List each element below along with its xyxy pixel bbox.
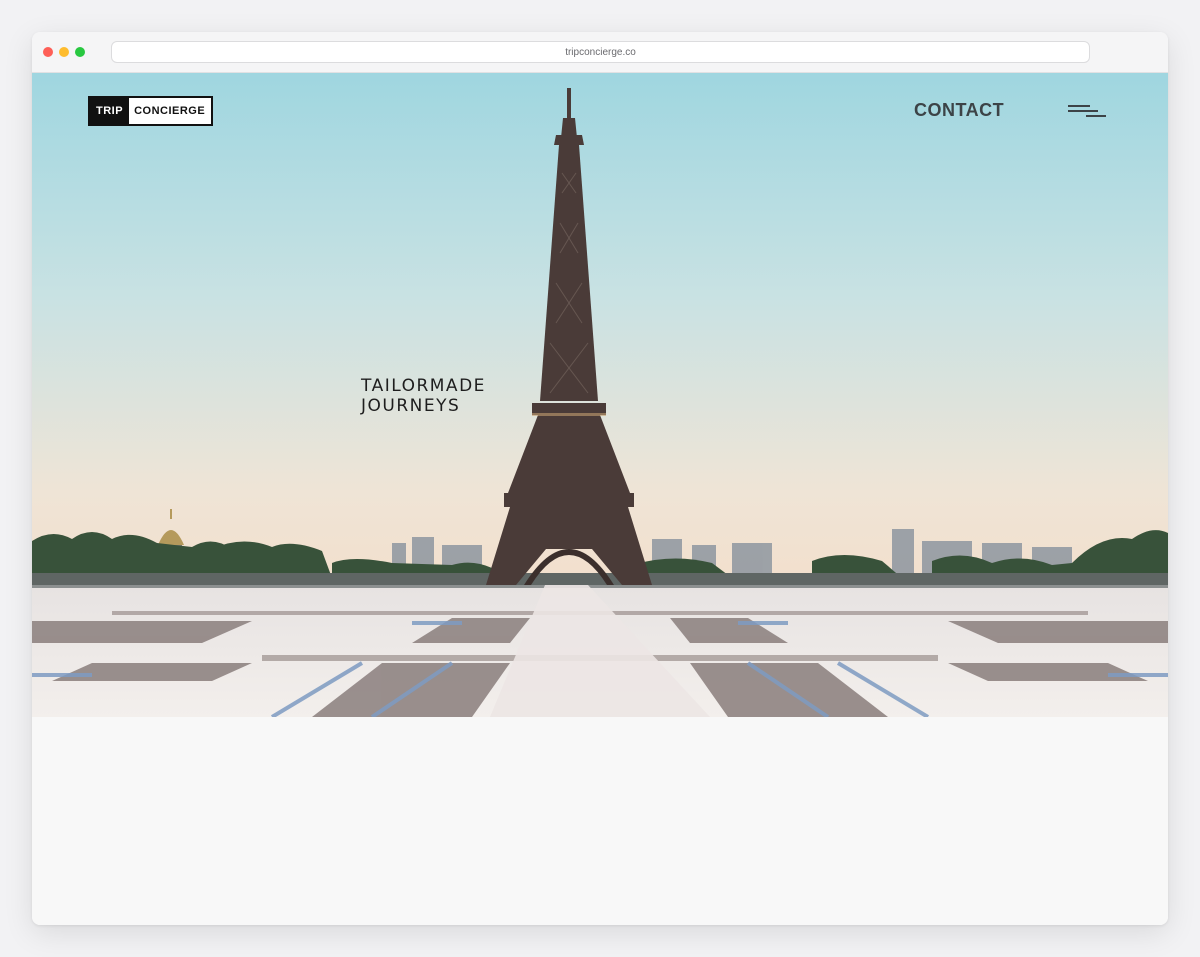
hero-background-image: [32, 73, 1168, 717]
hamburger-menu-icon[interactable]: [1068, 103, 1108, 121]
logo-concierge: CONCIERGE: [134, 105, 206, 117]
address-bar[interactable]: tripconcierge.co: [111, 41, 1090, 63]
browser-window: tripconcierge.co TRIP CONCIERGE CONTACT …: [32, 32, 1168, 925]
close-window-button[interactable]: [43, 47, 53, 57]
hero-section: TRIP CONCIERGE CONTACT TAILORMADE JOURNE…: [32, 73, 1168, 717]
maximize-window-button[interactable]: [75, 47, 85, 57]
menu-line: [1068, 105, 1090, 107]
menu-line: [1086, 115, 1106, 117]
minimize-window-button[interactable]: [59, 47, 69, 57]
site-logo[interactable]: TRIP CONCIERGE: [88, 96, 214, 126]
address-bar-url: tripconcierge.co: [565, 46, 636, 58]
hero-tagline: TAILORMADE JOURNEYS: [361, 376, 486, 416]
tagline-line-1: TAILORMADE: [361, 376, 486, 396]
contact-link[interactable]: CONTACT: [914, 100, 1004, 121]
page-content-area: [32, 717, 1168, 925]
tagline-line-2: JOURNEYS: [361, 396, 461, 416]
menu-line: [1068, 110, 1098, 112]
logo-trip: TRIP: [90, 98, 130, 124]
browser-titlebar: tripconcierge.co: [32, 32, 1168, 73]
